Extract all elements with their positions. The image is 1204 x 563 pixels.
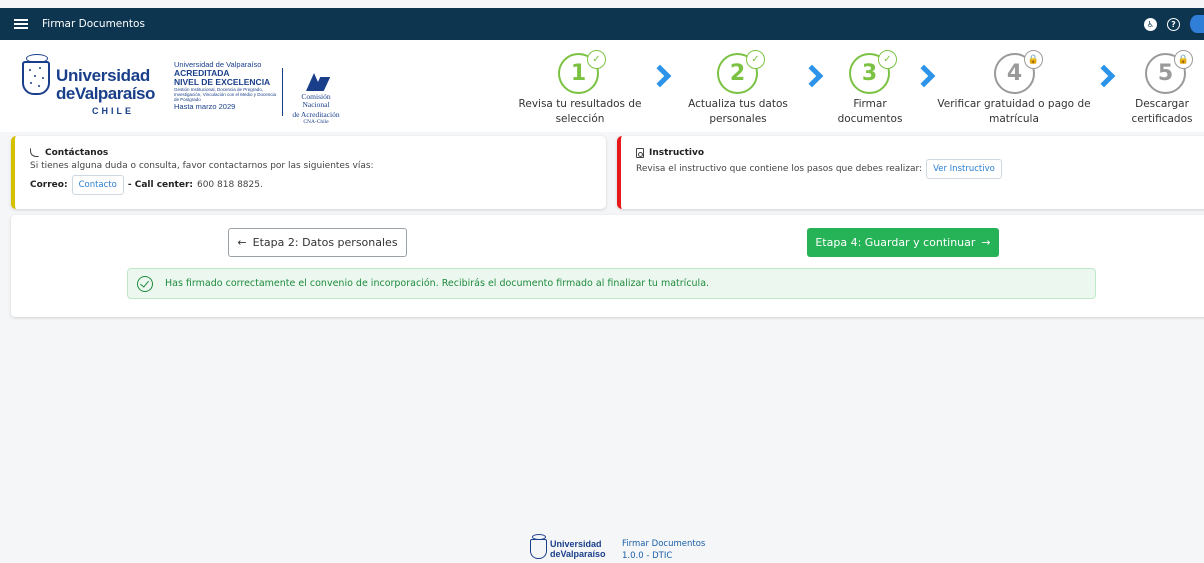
check-circle-icon [137, 275, 153, 292]
footer-logo-line2: deValparaíso [550, 549, 606, 559]
pdf-file-icon [636, 148, 644, 158]
arrow-left-icon: ← [237, 236, 247, 249]
success-alert-text: Has firmado correctamente el convenio de… [165, 278, 710, 289]
step-5-label: Descargar certificados [1131, 98, 1193, 125]
accreditation-until: Hasta marzo 2029 [174, 101, 236, 111]
logo-text-line2: deValparaíso [56, 84, 155, 103]
step-2-label: Actualiza tus datos personales [688, 98, 788, 125]
footer-version: 1.0.0 - DTIC [622, 551, 673, 561]
success-alert: Has firmado correctamente el convenio de… [127, 268, 1096, 299]
check-icon: ✓ [878, 50, 897, 69]
step-1-label: Revisa tu resultados de selección [518, 98, 642, 125]
cna-mark-icon [303, 73, 329, 91]
back-button[interactable]: ← Etapa 2: Datos personales [228, 228, 407, 257]
university-shield-icon [22, 54, 50, 95]
chevron-right-icon [1096, 66, 1110, 86]
university-logo: Universidad deValparaíso CHILE [22, 50, 155, 125]
lock-icon: 🔒 [1024, 50, 1043, 69]
contact-button[interactable]: Contacto [71, 175, 124, 195]
view-instructivo-button[interactable]: Ver Instructivo [926, 159, 1002, 179]
chevron-right-icon [652, 66, 666, 86]
check-icon: ✓ [746, 50, 765, 69]
lock-icon: 🔒 [1174, 50, 1193, 69]
cna-line1: Comisión Nacional [301, 92, 331, 109]
next-button[interactable]: Etapa 4: Guardar y continuar → [807, 228, 999, 257]
chevron-right-icon [916, 66, 930, 86]
top-app-bar: Firmar Documentos ♿ ? [0, 8, 1204, 40]
instructivo-card: Instructivo Revisa el instructivo que co… [617, 136, 1204, 209]
next-button-label: Etapa 4: Guardar y continuar [815, 236, 976, 249]
logo-text-line1: Universidad [56, 66, 151, 85]
footer-logo-line1: Universidad [550, 539, 602, 549]
callcenter-value: 600 818 8825. [196, 180, 263, 190]
arrow-right-icon: → [981, 236, 991, 249]
check-icon: ✓ [587, 50, 606, 69]
contact-text: Si tienes alguna duda o consulta, favor … [30, 161, 374, 171]
step-3-label: Firmar documentos [837, 98, 903, 125]
accreditation-details: Gestión Institucional, Docencia de Pregr… [174, 86, 276, 102]
phone-icon [30, 148, 40, 158]
accreditation-block: Universidad de Valparaíso ACREDITADA NIV… [174, 61, 284, 111]
footer-app-name: Firmar Documentos [622, 539, 706, 549]
email-label: Correo: [30, 180, 68, 190]
divider [282, 68, 283, 116]
back-button-label: Etapa 2: Datos personales [252, 236, 398, 249]
logo-text-line3: CHILE [92, 106, 134, 116]
cna-line2: de Acreditación [292, 110, 340, 119]
chevron-right-icon [804, 66, 818, 86]
footer: Universidad deValparaíso Firmar Document… [530, 531, 730, 563]
cna-line3: CNA-Chile [303, 119, 329, 125]
app-title: Firmar Documentos [42, 18, 145, 30]
help-icon[interactable]: ? [1167, 17, 1180, 31]
contact-title: Contáctanos [45, 148, 109, 158]
accessibility-icon[interactable]: ♿ [1144, 17, 1157, 31]
accreditation-level: NIVEL DE EXCELENCIA [174, 76, 271, 87]
user-avatar-icon[interactable] [1190, 15, 1204, 33]
cna-logo: Comisión Nacional de Acreditación CNA-Ch… [287, 73, 345, 125]
step-4-label: Verificar gratuidad o pago de matrícula [937, 98, 1091, 125]
instructivo-title: Instructivo [649, 148, 705, 158]
hamburger-menu-icon[interactable] [14, 19, 28, 29]
main-card: ← Etapa 2: Datos personales Etapa 4: Gua… [11, 215, 1204, 317]
university-shield-icon [530, 534, 547, 559]
instructivo-text: Revisa el instructivo que contiene los p… [636, 164, 923, 174]
page-header: Universidad deValparaíso CHILE Universid… [0, 40, 1204, 132]
contact-card: Contáctanos Si tienes alguna duda o cons… [11, 136, 606, 209]
callcenter-label: - Call center: [127, 180, 193, 190]
